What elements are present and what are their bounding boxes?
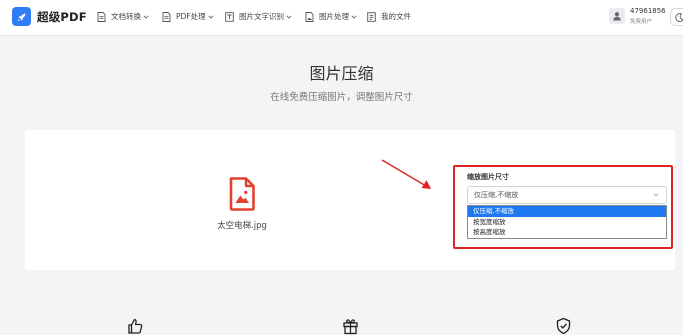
gift-icon <box>343 319 358 335</box>
top-navbar: 超级PDF 文档转换 PDF处理 图片文字识别 图片处理 我的文件 479618… <box>0 0 683 36</box>
option-scale-height[interactable]: 按高度缩放 <box>468 227 666 238</box>
resize-mode-select[interactable]: 仅压缩,不缩放 <box>467 186 667 204</box>
image-file-icon <box>228 177 256 215</box>
annotation-arrow-icon <box>381 159 431 189</box>
nav-image-tools[interactable]: 图片处理 <box>305 11 357 22</box>
nav-image-ocr[interactable]: 图片文字识别 <box>225 11 292 22</box>
document-icon <box>97 11 106 22</box>
option-compress-only[interactable]: 仅压缩,不缩放 <box>468 206 666 217</box>
select-value: 仅压缩,不缩放 <box>474 191 519 199</box>
option-scale-width[interactable]: 按宽度缩放 <box>468 217 666 228</box>
user-status: 免费用户 <box>630 19 653 25</box>
moon-icon <box>675 12 683 22</box>
image-file-icon <box>305 11 314 22</box>
user-id[interactable]: 47961856 <box>630 7 666 15</box>
nav-my-files[interactable]: 我的文件 <box>367 11 411 22</box>
user-avatar[interactable] <box>609 8 625 24</box>
nav-label: PDF处理 <box>176 12 206 21</box>
resize-options-list: 仅压缩,不缩放 按宽度缩放 按高度缩放 <box>467 205 667 239</box>
brand-logo[interactable]: 超级PDF <box>12 7 87 26</box>
page-subtitle: 在线免费压缩图片，调整图片尺寸 <box>270 92 413 103</box>
rocket-icon <box>12 7 31 26</box>
file-name: 太空电梯.jpg <box>217 221 267 231</box>
resize-label: 缩放图片尺寸 <box>467 173 509 181</box>
thumbs-up-icon <box>128 318 143 334</box>
nav-pdf-tools[interactable]: PDF处理 <box>162 11 214 22</box>
chevron-down-icon <box>143 14 149 19</box>
nav-label: 文档转换 <box>111 12 141 21</box>
chevron-down-icon <box>653 193 659 197</box>
nav-label: 图片处理 <box>319 12 349 21</box>
chevron-down-icon <box>286 14 292 19</box>
folder-icon <box>367 11 376 22</box>
brand-name: 超级PDF <box>37 9 87 24</box>
chevron-down-icon <box>208 14 214 19</box>
nav-label: 图片文字识别 <box>239 12 284 21</box>
nav-label: 我的文件 <box>381 12 411 21</box>
image-text-icon <box>225 11 234 22</box>
nav-document-convert[interactable]: 文档转换 <box>97 11 149 22</box>
user-icon <box>613 12 621 21</box>
page-title: 图片压缩 <box>309 64 374 83</box>
chevron-down-icon <box>351 14 357 19</box>
shield-check-icon <box>556 317 571 335</box>
theme-toggle-button[interactable] <box>670 8 683 26</box>
document-icon <box>162 11 171 22</box>
